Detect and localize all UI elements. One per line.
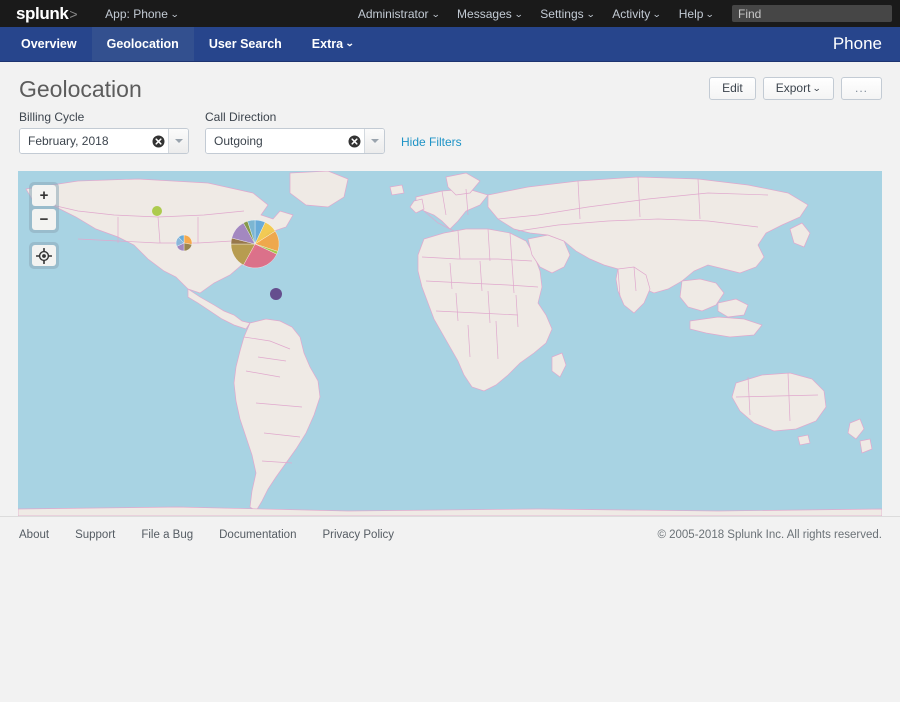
top-bar: splunk > App: Phone ⌄ Administrator ⌄ Messa… xyxy=(0,0,900,27)
splunk-logo[interactable]: splunk > xyxy=(16,3,78,24)
app-menu-label: App: Phone xyxy=(105,6,168,21)
footer-link-support[interactable]: Support xyxy=(75,529,115,541)
locate-control xyxy=(29,242,59,269)
menu-help[interactable]: Help ⌄ xyxy=(678,6,715,21)
app-name: Phone xyxy=(832,34,882,53)
nav-item-overview[interactable]: Overview xyxy=(6,27,92,61)
menu-messages[interactable]: Messages ⌄ xyxy=(457,6,524,21)
filter-call-direction: Call Direction Outgoing xyxy=(205,110,385,154)
page-action-buttons: Edit Export ⌄ ... xyxy=(709,77,882,100)
menu-administrator[interactable]: Administrator ⌄ xyxy=(357,6,440,21)
chevron-down-icon: ⌄ xyxy=(345,37,355,48)
menu-activity[interactable]: Activity ⌄ xyxy=(612,6,662,21)
world-map[interactable] xyxy=(18,171,882,516)
filter-billing-cycle-label: Billing Cycle xyxy=(19,110,85,124)
chevron-down-icon: ⌄ xyxy=(652,8,662,19)
zoom-controls: + − xyxy=(29,182,59,233)
zoom-out-button[interactable]: − xyxy=(32,209,56,230)
billing-cycle-clear-button[interactable] xyxy=(148,129,168,153)
chevron-down-icon: ⌄ xyxy=(513,8,524,19)
logo-chevron-icon: > xyxy=(69,5,78,22)
pie-slice xyxy=(152,206,162,216)
copyright-text: © 2005-2018 Splunk Inc. All rights reser… xyxy=(657,529,882,541)
edit-button[interactable]: Edit xyxy=(709,77,756,100)
map-controls: + − xyxy=(29,182,59,269)
menu-help-label: Help xyxy=(678,6,704,21)
caret-down-icon xyxy=(174,139,183,143)
nav-item-user-search[interactable]: User Search xyxy=(194,27,297,61)
caret-down-icon xyxy=(370,139,379,143)
page-title: Geolocation xyxy=(19,76,142,102)
nav-bar: Overview Geolocation User Search Extra ⌄ … xyxy=(0,27,900,62)
menu-messages-label: Messages xyxy=(457,6,512,21)
billing-cycle-dropdown-button[interactable] xyxy=(168,129,188,153)
footer-link-privacy-policy[interactable]: Privacy Policy xyxy=(322,529,394,541)
filter-bar: Billing Cycle February, 2018 Call Direct… xyxy=(0,103,900,154)
nav-item-extra-label: Extra xyxy=(311,37,344,51)
chevron-down-icon: ⌄ xyxy=(705,8,715,19)
app-menu[interactable]: App: Phone ⌄ xyxy=(105,6,180,21)
map-landmass xyxy=(389,184,405,196)
menu-administrator-label: Administrator xyxy=(357,6,429,21)
close-circle-icon xyxy=(152,135,164,147)
chevron-down-icon: ⌄ xyxy=(169,8,180,19)
nav-item-geolocation-label: Geolocation xyxy=(106,37,179,51)
hide-filters-link[interactable]: Hide Filters xyxy=(401,135,462,149)
call-direction-clear-button[interactable] xyxy=(344,129,364,153)
more-options-button[interactable]: ... xyxy=(840,77,882,100)
chevron-down-icon: ⌄ xyxy=(812,83,822,93)
nav-item-extra[interactable]: Extra ⌄ xyxy=(297,27,369,61)
pie-slice xyxy=(270,288,282,300)
nav-item-geolocation[interactable]: Geolocation xyxy=(91,27,194,61)
marker-southwest-usa[interactable] xyxy=(175,234,193,252)
page-filler xyxy=(0,553,900,683)
close-circle-icon xyxy=(348,135,360,147)
page-content: Geolocation Edit Export ⌄ ... Billing Cyc… xyxy=(0,62,900,516)
export-button[interactable]: Export ⌄ xyxy=(762,77,834,100)
menu-settings[interactable]: Settings ⌄ xyxy=(540,6,596,21)
marker-northwest-usa[interactable] xyxy=(152,206,162,216)
footer-links: About Support File a Bug Documentation P… xyxy=(19,529,394,541)
footer-link-documentation[interactable]: Documentation xyxy=(219,529,296,541)
marker-east-usa[interactable] xyxy=(230,219,280,269)
call-direction-select[interactable]: Outgoing xyxy=(205,128,385,154)
filter-billing-cycle: Billing Cycle February, 2018 xyxy=(19,110,189,154)
crosshair-icon xyxy=(36,247,52,264)
filter-call-direction-label: Call Direction xyxy=(205,110,277,124)
logo-text: splunk xyxy=(16,3,69,23)
footer: About Support File a Bug Documentation P… xyxy=(0,516,900,553)
find-input[interactable] xyxy=(732,5,892,22)
export-button-label: Export xyxy=(775,81,811,95)
footer-link-file-a-bug[interactable]: File a Bug xyxy=(141,529,193,541)
billing-cycle-value: February, 2018 xyxy=(20,129,148,153)
call-direction-value: Outgoing xyxy=(206,129,344,153)
locate-button[interactable] xyxy=(32,245,56,266)
nav-item-overview-label: Overview xyxy=(21,37,77,51)
billing-cycle-select[interactable]: February, 2018 xyxy=(19,128,189,154)
menu-settings-label: Settings xyxy=(540,6,584,21)
call-direction-dropdown-button[interactable] xyxy=(364,129,384,153)
map-panel[interactable]: + − xyxy=(18,171,882,516)
menu-activity-label: Activity xyxy=(612,6,651,21)
footer-link-about[interactable]: About xyxy=(19,529,49,541)
zoom-in-button[interactable]: + xyxy=(32,185,56,206)
chevron-down-icon: ⌄ xyxy=(585,8,596,19)
map-landmass xyxy=(797,434,811,446)
top-bar-right: Administrator ⌄ Messages ⌄ Settings ⌄ Activ… xyxy=(358,0,892,27)
marker-caribbean[interactable] xyxy=(270,288,282,300)
page-header: Geolocation Edit Export ⌄ ... xyxy=(0,62,900,103)
nav-item-user-search-label: User Search xyxy=(208,37,282,51)
chevron-down-icon: ⌄ xyxy=(430,8,440,19)
